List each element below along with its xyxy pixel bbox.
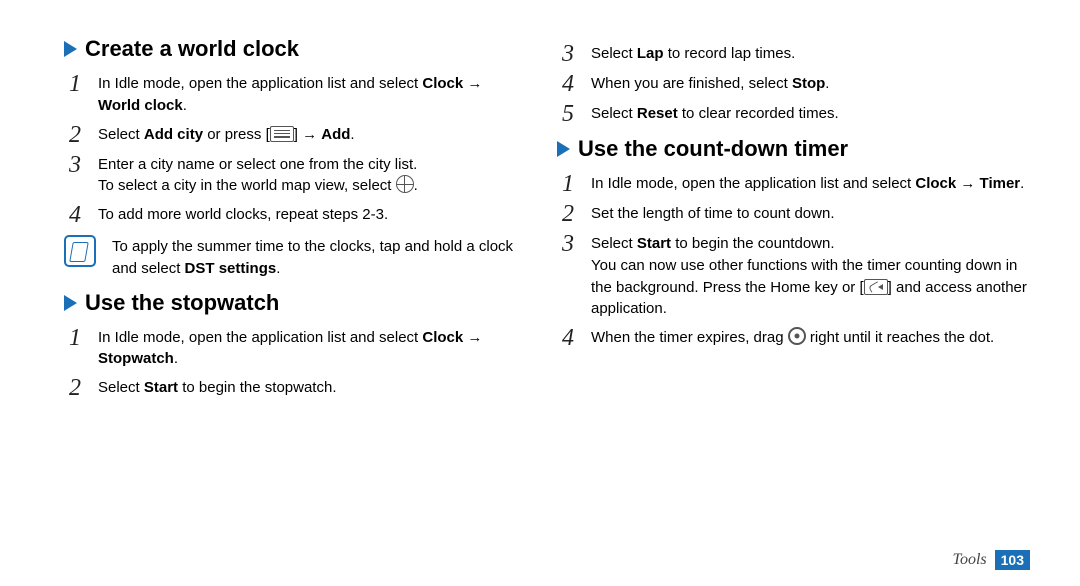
step-body: To add more world clocks, repeat steps 2… [98,201,517,226]
footer-section-name: Tools [953,551,987,569]
note-body: To apply the summer time to the clocks, … [108,233,517,280]
step-body: Select Start to begin the stopwatch. [98,374,517,399]
heading-use-stopwatch: Use the stopwatch [64,290,517,316]
timer-ring-icon [788,327,806,345]
step-item: 4 When the timer expires, drag right unt… [557,324,1030,350]
step-number: 3 [557,40,579,66]
step-number: 4 [557,70,579,96]
step-body: When you are finished, select Stop. [591,70,1030,95]
globe-icon [396,175,414,193]
chevron-right-icon [64,295,77,311]
step-body: Select Add city or press [] → Add. [98,121,517,146]
heading-text: Use the stopwatch [85,290,279,316]
heading-create-world-clock: Create a world clock [64,36,517,62]
back-key-icon [864,279,888,295]
chevron-right-icon [557,141,570,157]
step-body: Select Lap to record lap times. [591,40,1030,65]
footer-page-number: 103 [995,550,1030,570]
step-item: 3 Enter a city name or select one from t… [64,151,517,198]
step-number: 1 [64,324,86,350]
menu-key-icon [270,126,294,142]
step-number: 3 [64,151,86,177]
step-body: Enter a city name or select one from the… [98,151,517,198]
note-dst: To apply the summer time to the clocks, … [64,233,517,280]
step-number: 5 [557,100,579,126]
step-item: 4 To add more world clocks, repeat steps… [64,201,517,227]
step-item: 2 Select Start to begin the stopwatch. [64,374,517,400]
step-body: Set the length of time to count down. [591,200,1030,225]
step-body: In Idle mode, open the application list … [98,70,517,117]
steps-stopwatch-continued: 3 Select Lap to record lap times. 4 When… [557,40,1030,126]
step-number: 2 [557,200,579,226]
page-footer: Tools 103 [953,550,1030,570]
step-body: In Idle mode, open the application list … [591,170,1030,195]
step-item: 3 Select Lap to record lap times. [557,40,1030,66]
step-item: 1 In Idle mode, open the application lis… [64,324,517,371]
step-number: 4 [557,324,579,350]
step-item: 2 Select Add city or press [] → Add. [64,121,517,147]
step-body: When the timer expires, drag right until… [591,324,1030,349]
heading-text: Use the count-down timer [578,136,848,162]
step-number: 4 [64,201,86,227]
steps-create-world-clock: 1 In Idle mode, open the application lis… [64,70,517,227]
step-number: 1 [64,70,86,96]
step-item: 1 In Idle mode, open the application lis… [64,70,517,117]
step-item: 1 In Idle mode, open the application lis… [557,170,1030,196]
step-body: In Idle mode, open the application list … [98,324,517,371]
chevron-right-icon [64,41,77,57]
step-item: 4 When you are finished, select Stop. [557,70,1030,96]
step-number: 2 [64,121,86,147]
step-number: 3 [557,230,579,256]
step-item: 5 Select Reset to clear recorded times. [557,100,1030,126]
heading-use-countdown-timer: Use the count-down timer [557,136,1030,162]
step-number: 2 [64,374,86,400]
step-item: 3 Select Start to begin the countdown. Y… [557,230,1030,320]
note-icon [64,235,96,267]
heading-text: Create a world clock [85,36,299,62]
steps-countdown-timer: 1 In Idle mode, open the application lis… [557,170,1030,350]
step-body: Select Reset to clear recorded times. [591,100,1030,125]
steps-use-stopwatch: 1 In Idle mode, open the application lis… [64,324,517,401]
step-body: Select Start to begin the countdown. You… [591,230,1030,320]
step-number: 1 [557,170,579,196]
step-item: 2 Set the length of time to count down. [557,200,1030,226]
